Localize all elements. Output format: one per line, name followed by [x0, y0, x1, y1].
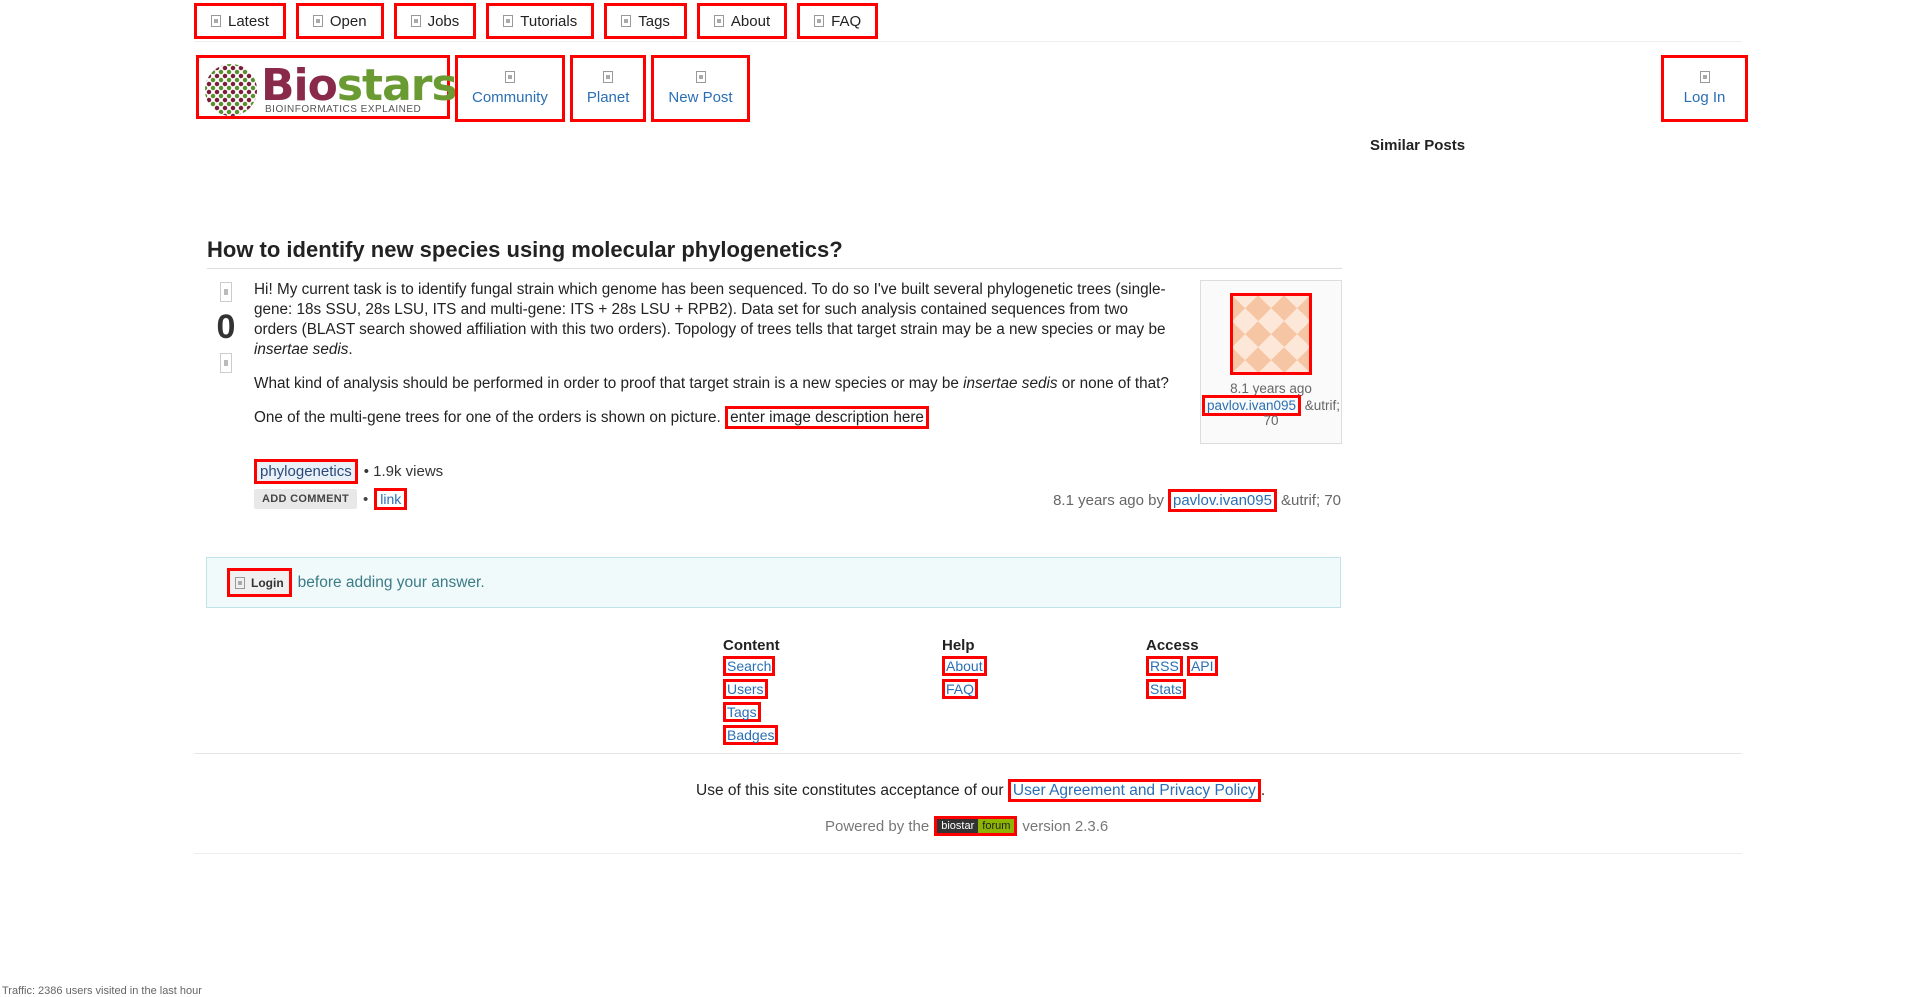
top-divider: [194, 41, 1742, 42]
byline-username-link[interactable]: pavlov.ivan095: [1168, 489, 1277, 512]
separator: •: [363, 490, 369, 508]
footer-bottom-divider: [194, 853, 1742, 854]
jobs-icon: [410, 15, 421, 27]
footer-divider: [194, 753, 1742, 754]
footer-access: Access RSS API Stats: [1146, 637, 1218, 702]
footer-link-tags[interactable]: Tags: [723, 702, 761, 722]
planet-icon: [603, 71, 614, 83]
tags-icon: [621, 15, 632, 27]
nav-jobs[interactable]: Jobs: [393, 3, 477, 39]
nav-community[interactable]: Community: [455, 55, 565, 122]
nav-open[interactable]: Open: [295, 3, 384, 39]
main-nav: Community Planet New Post: [455, 55, 750, 122]
username-link[interactable]: pavlov.ivan095: [1201, 395, 1302, 416]
footer-link-rss[interactable]: RSS: [1146, 656, 1183, 676]
tutorials-icon: [503, 15, 514, 27]
footer-help: Help About FAQ: [942, 637, 987, 702]
tag-row: phylogenetics • 1.9k views: [254, 459, 443, 484]
byline: 8.1 years ago by pavlov.ivan095 &utrif; …: [1053, 489, 1341, 512]
nav-tutorials[interactable]: Tutorials: [486, 3, 595, 39]
post-time: 8.1 years ago: [1230, 381, 1312, 396]
nav-about[interactable]: About: [696, 3, 788, 39]
permalink[interactable]: link: [374, 488, 408, 510]
similar-posts-heading: Similar Posts: [1370, 137, 1466, 154]
login-icon: [235, 576, 245, 589]
vote-count: 0: [216, 308, 236, 346]
nav-tags[interactable]: Tags: [604, 3, 687, 39]
add-comment-button[interactable]: ADD COMMENT: [254, 489, 358, 509]
footer-link-search[interactable]: Search: [723, 656, 776, 676]
login-button[interactable]: Log In: [1661, 55, 1748, 122]
avatar[interactable]: [1230, 293, 1312, 375]
question-paragraph: What kind of analysis should be performe…: [254, 375, 1169, 392]
tag-phylogenetics[interactable]: phylogenetics: [254, 459, 358, 484]
user-agreement-link[interactable]: User Agreement and Privacy Policy: [1007, 779, 1261, 802]
biostar-forum-badge[interactable]: biostar forum: [934, 816, 1018, 836]
nav-faq[interactable]: FAQ: [797, 3, 879, 39]
upvote-icon[interactable]: [220, 282, 232, 302]
nav-planet[interactable]: Planet: [569, 55, 647, 122]
user-line: pavlov.ivan095 &utrif; 70: [1201, 395, 1341, 428]
bookmark-icon[interactable]: [220, 353, 232, 373]
nav-latest[interactable]: Latest: [194, 3, 286, 39]
about-icon: [713, 15, 724, 27]
top-nav: Latest Open Jobs Tutorials Tags About FA…: [194, 3, 879, 39]
logo-tagline: BIOINFORMATICS EXPLAINED: [265, 104, 422, 115]
question-body: Hi! My current task is to identify funga…: [254, 280, 1174, 442]
footer-link-api[interactable]: API: [1186, 656, 1218, 676]
nav-new-post[interactable]: New Post: [651, 55, 750, 122]
answer-login-notice: Login before adding your answer.: [206, 557, 1341, 608]
footer-link-stats[interactable]: Stats: [1146, 679, 1186, 699]
open-icon: [312, 15, 323, 27]
footer-link-users[interactable]: Users: [723, 679, 768, 699]
faq-icon: [814, 15, 825, 27]
community-icon: [504, 71, 515, 83]
title-divider: [207, 268, 1342, 269]
agreement-line: Use of this site constitutes acceptance …: [696, 779, 1265, 802]
footer-link-faq[interactable]: FAQ: [942, 679, 979, 699]
question-paragraph: One of the multi-gene trees for one of t…: [254, 406, 1174, 429]
powered-by: Powered by the biostar forum version 2.3.…: [825, 816, 1109, 836]
logo-dots-icon: [205, 64, 257, 116]
image-link[interactable]: enter image description here: [725, 406, 929, 429]
biostars-logo[interactable]: Biostars BIOINFORMATICS EXPLAINED: [196, 55, 458, 119]
question-title: How to identify new species using molecu…: [207, 237, 843, 262]
footer-content: Content Search Users Tags Badges: [723, 637, 780, 745]
footer-link-badges[interactable]: Badges: [723, 725, 779, 745]
new-post-icon: [695, 71, 706, 83]
login-icon: [1699, 71, 1710, 83]
action-row: ADD COMMENT • link: [254, 488, 408, 510]
traffic-stats: Traffic: 2386 users visited in the last …: [2, 985, 202, 997]
vote-box: 0: [216, 282, 236, 373]
user-card: 8.1 years ago pavlov.ivan095 &utrif; 70: [1200, 280, 1342, 444]
view-count: • 1.9k views: [363, 463, 444, 480]
latest-icon: [211, 15, 221, 27]
question-paragraph: Hi! My current task is to identify funga…: [254, 281, 1166, 358]
footer-link-about[interactable]: About: [942, 656, 987, 676]
answer-login-button[interactable]: Login: [227, 568, 292, 597]
